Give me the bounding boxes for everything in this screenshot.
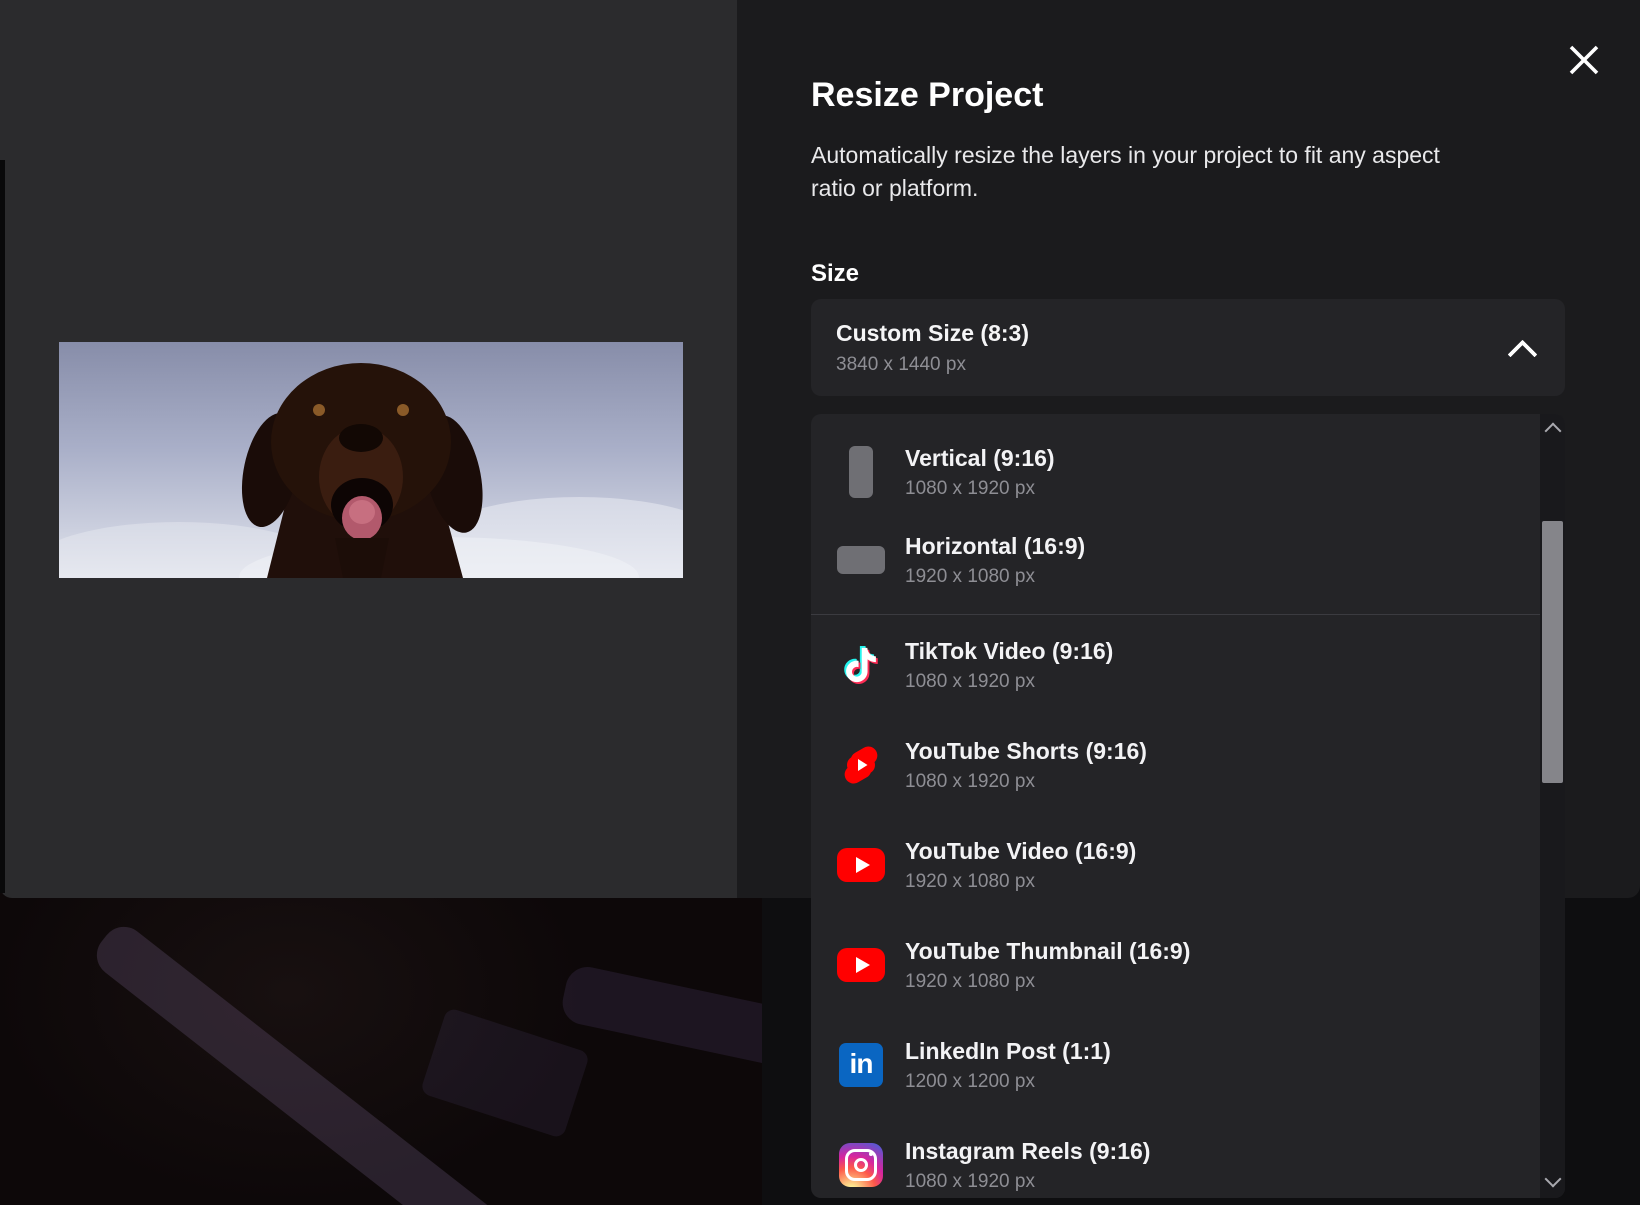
size-option-text: YouTube Video (16:9) 1920 x 1080 px [905, 838, 1136, 893]
size-option-label: YouTube Video (16:9) [905, 838, 1136, 865]
youtube-shorts-icon [837, 741, 885, 789]
size-option-label: LinkedIn Post (1:1) [905, 1038, 1111, 1065]
size-option[interactable]: Horizontal (16:9) 1920 x 1080 px [811, 516, 1540, 604]
size-option-dimensions: 1080 x 1920 px [905, 478, 1055, 500]
size-option-text: LinkedIn Post (1:1) 1200 x 1200 px [905, 1038, 1111, 1093]
size-option-label: Horizontal (16:9) [905, 533, 1085, 560]
size-option[interactable]: YouTube Shorts (9:16) 1080 x 1920 px [811, 715, 1540, 815]
size-option-group: Vertical (9:16) 1080 x 1920 px Horizontal … [811, 414, 1540, 604]
size-option-dimensions: 1920 x 1080 px [905, 871, 1136, 893]
selected-size-dimensions: 3840 x 1440 px [836, 354, 1565, 376]
vertical-rect-icon [837, 448, 885, 496]
size-option-dimensions: 1080 x 1920 px [905, 1171, 1150, 1193]
size-option-label: YouTube Shorts (9:16) [905, 738, 1147, 765]
scrollbar-thumb[interactable] [1542, 521, 1563, 783]
page-edge-strip [0, 160, 5, 893]
size-option-dimensions: 1920 x 1080 px [905, 566, 1085, 588]
background-canvas-photo [0, 878, 762, 1205]
horizontal-rect-icon [837, 536, 885, 584]
size-option-label: Instagram Reels (9:16) [905, 1138, 1150, 1165]
scrollbar-up-icon[interactable] [1545, 423, 1562, 440]
tiktok-icon [837, 641, 885, 689]
dog-photo [59, 342, 683, 578]
size-dropdown[interactable]: Custom Size (8:3) 3840 x 1440 px [811, 299, 1565, 396]
size-option-dimensions: 1080 x 1920 px [905, 771, 1147, 793]
size-option[interactable]: YouTube Video (16:9) 1920 x 1080 px [811, 815, 1540, 915]
project-preview-image [59, 342, 683, 578]
dialog-description: Automatically resize the layers in your … [811, 139, 1440, 205]
instagram-icon [837, 1141, 885, 1189]
resize-project-screen: { "modal": { "title": "Resize Project", … [0, 0, 1640, 1205]
size-option[interactable]: Instagram Reels (9:16) 1080 x 1920 px [811, 1115, 1540, 1198]
size-option[interactable]: YouTube Thumbnail (16:9) 1920 x 1080 px [811, 915, 1540, 1015]
size-option-text: TikTok Video (9:16) 1080 x 1920 px [905, 638, 1113, 693]
size-options-list: Vertical (9:16) 1080 x 1920 px Horizontal … [811, 414, 1565, 1198]
size-option-dimensions: 1080 x 1920 px [905, 671, 1113, 693]
size-option-text: YouTube Shorts (9:16) 1080 x 1920 px [905, 738, 1147, 793]
close-button[interactable] [1564, 40, 1604, 80]
dog-collar-buckle-shape [420, 1007, 590, 1139]
size-option-text: Vertical (9:16) 1080 x 1920 px [905, 445, 1055, 500]
dog-collar-shape [559, 963, 762, 1107]
close-icon [1567, 43, 1601, 77]
size-option-label: Vertical (9:16) [905, 445, 1055, 472]
size-option-label: TikTok Video (9:16) [905, 638, 1113, 665]
scrollbar-track[interactable] [1540, 414, 1565, 1198]
size-option-text: Horizontal (16:9) 1920 x 1080 px [905, 533, 1085, 588]
youtube-icon [837, 841, 885, 889]
linkedin-icon: in [837, 1041, 885, 1089]
selected-size-label: Custom Size (8:3) [836, 320, 1565, 347]
size-option-group: TikTok Video (9:16)1080 x 1920 pxYouTube… [811, 615, 1540, 1198]
size-option-text: Instagram Reels (9:16) 1080 x 1920 px [905, 1138, 1150, 1193]
dialog-title: Resize Project [811, 76, 1043, 115]
scrollbar-down-icon[interactable] [1545, 1171, 1562, 1188]
youtube-icon [837, 941, 885, 989]
size-option[interactable]: TikTok Video (9:16) 1080 x 1920 px [811, 615, 1540, 715]
size-option-dimensions: 1920 x 1080 px [905, 971, 1190, 993]
size-section-label: Size [811, 260, 859, 288]
size-option[interactable]: Vertical (9:16) 1080 x 1920 px [811, 428, 1540, 516]
size-option-text: YouTube Thumbnail (16:9) 1920 x 1080 px [905, 938, 1190, 993]
size-option-dimensions: 1200 x 1200 px [905, 1071, 1111, 1093]
size-option[interactable]: in LinkedIn Post (1:1) 1200 x 1200 px [811, 1015, 1540, 1115]
size-option-label: YouTube Thumbnail (16:9) [905, 938, 1190, 965]
